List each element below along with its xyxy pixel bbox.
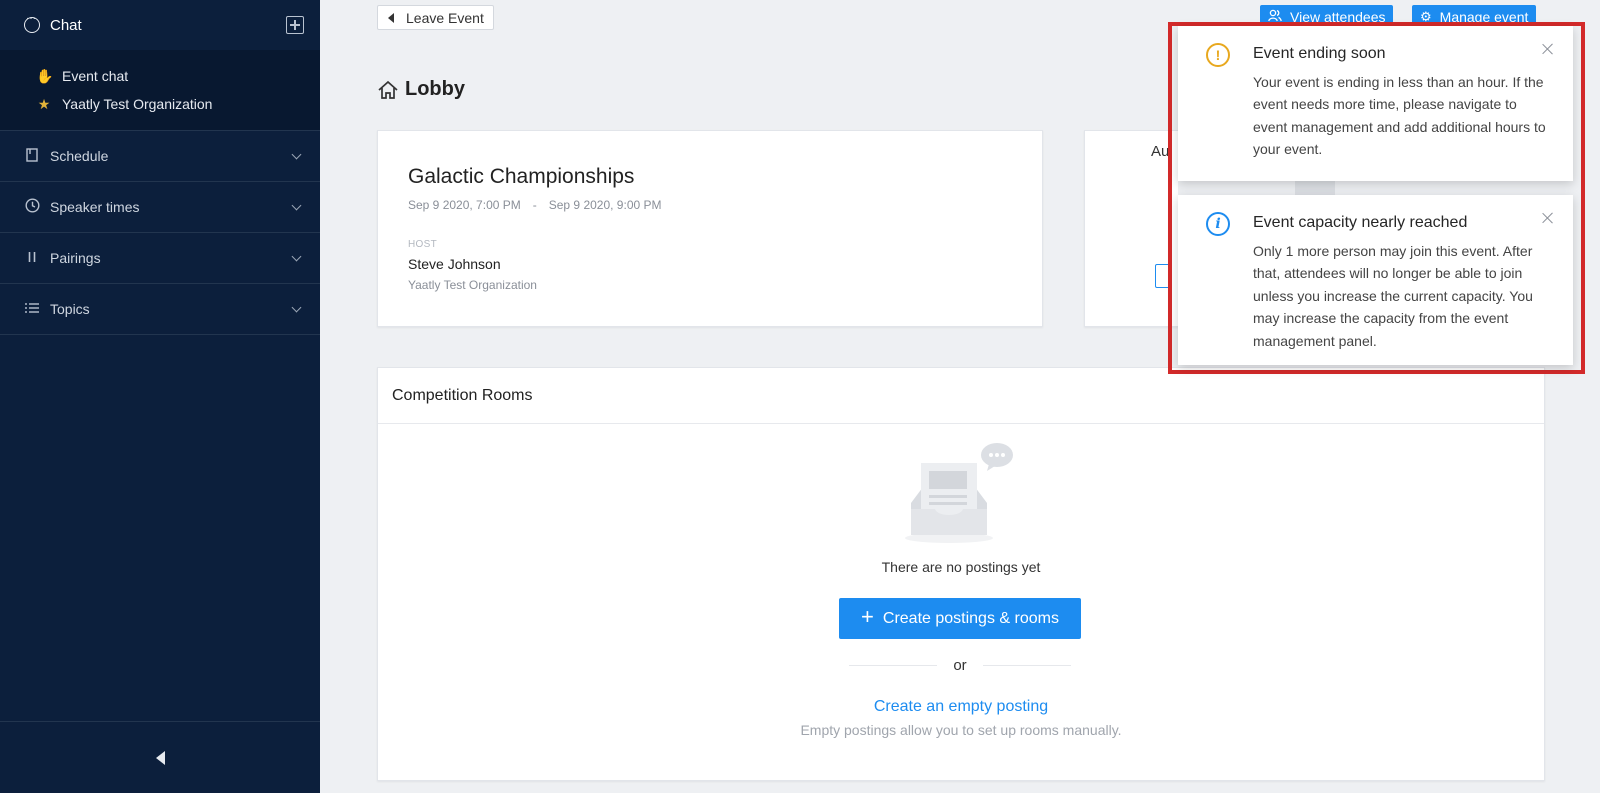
caret-left-icon — [388, 12, 394, 23]
divider-line — [849, 665, 938, 666]
section-label: Schedule — [50, 148, 109, 164]
leave-event-button[interactable]: Leave Event — [377, 5, 494, 30]
chevron-down-icon — [291, 251, 302, 261]
close-icon[interactable] — [1541, 42, 1555, 56]
notification-event-ending: ! Event ending soon Your event is ending… — [1178, 26, 1573, 181]
channel-item-organization[interactable]: ★ Yaatly Test Organization — [0, 90, 320, 118]
channel-label: Yaatly Test Organization — [62, 96, 213, 112]
empty-state-text: There are no postings yet — [881, 559, 1041, 575]
side-card-title: Au — [1151, 143, 1170, 160]
competition-rooms-card: Competition Rooms There are no postings … — [377, 367, 1545, 781]
info-icon: i — [1206, 212, 1230, 236]
empty-inbox-illustration — [905, 443, 1013, 543]
sidebar-section-speaker-times[interactable]: Speaker times — [0, 182, 320, 233]
warning-icon: ! — [1206, 43, 1230, 67]
sidebar-footer — [0, 721, 320, 793]
or-divider: or — [849, 657, 1071, 674]
section-label: Pairings — [50, 250, 101, 266]
event-name: Galactic Championships — [408, 165, 635, 188]
host-name: Steve Johnson — [408, 256, 501, 272]
star-icon: ★ — [37, 95, 51, 112]
create-empty-posting-link[interactable]: Create an empty posting — [378, 698, 1544, 716]
section-label: Speaker times — [50, 199, 140, 215]
obscured-block — [1295, 181, 1335, 195]
notification-body: Your event is ending in less than an hou… — [1253, 74, 1546, 158]
channel-label: Event chat — [62, 68, 129, 84]
add-chat-icon[interactable] — [286, 16, 304, 34]
sidebar-header-title[interactable]: Chat — [50, 17, 286, 34]
notification-title: Event ending soon — [1253, 45, 1386, 62]
or-text: or — [953, 657, 967, 674]
chevron-down-icon — [291, 149, 302, 159]
obscured-content-strip — [1178, 181, 1573, 195]
divider-line — [982, 665, 1071, 666]
plus-icon: + — [861, 604, 874, 629]
chat-icon — [24, 13, 40, 33]
pause-bars-icon — [24, 250, 40, 266]
book-icon — [24, 147, 40, 165]
notification-body: Only 1 more person may join this event. … — [1253, 243, 1533, 349]
date-separator: - — [532, 198, 537, 212]
channel-item-event-chat[interactable]: ✋ Event chat — [0, 62, 320, 90]
create-postings-label: Create postings & rooms — [882, 609, 1059, 627]
sidebar-header: Chat — [0, 0, 320, 50]
chevron-down-icon — [291, 200, 302, 210]
clap-icon: ✋ — [36, 67, 54, 84]
event-dates: Sep 9 2020, 7:00 PM - Sep 9 2020, 9:00 PM — [408, 198, 662, 212]
event-end: Sep 9 2020, 9:00 PM — [548, 198, 662, 212]
empty-posting-hint: Empty postings allow you to set up rooms… — [800, 722, 1122, 738]
clock-icon — [24, 198, 40, 216]
create-postings-button[interactable]: + Create postings & rooms — [839, 598, 1081, 639]
home-icon — [378, 80, 398, 99]
leave-event-label: Leave Event — [406, 9, 484, 26]
sidebar-section-schedule[interactable]: Schedule — [0, 131, 320, 182]
lobby-title-text: Lobby — [405, 78, 465, 100]
close-icon[interactable] — [1541, 211, 1555, 225]
notification-title: Event capacity nearly reached — [1253, 214, 1468, 231]
sidebar-section-pairings[interactable]: Pairings — [0, 233, 320, 284]
list-icon — [24, 301, 40, 317]
event-start: Sep 9 2020, 7:00 PM — [408, 198, 521, 212]
chevron-down-icon — [291, 302, 302, 312]
channel-list: ✋ Event chat ★ Yaatly Test Organization — [0, 50, 320, 131]
section-label: Topics — [50, 301, 90, 317]
notification-highlight-box: ! Event ending soon Your event is ending… — [1168, 22, 1585, 374]
page-title: Lobby — [377, 78, 465, 101]
rooms-card-title: Competition Rooms — [378, 368, 1544, 424]
host-label: HOST — [408, 239, 437, 250]
notification-capacity: i Event capacity nearly reached Only 1 m… — [1178, 195, 1573, 365]
event-info-card: Galactic Championships Sep 9 2020, 7:00 … — [377, 130, 1043, 327]
collapse-sidebar-icon[interactable] — [155, 750, 165, 765]
sidebar-section-topics[interactable]: Topics — [0, 284, 320, 335]
sidebar: Chat ✋ Event chat ★ Yaatly Test Organiza… — [0, 0, 320, 793]
host-organization: Yaatly Test Organization — [408, 278, 537, 292]
